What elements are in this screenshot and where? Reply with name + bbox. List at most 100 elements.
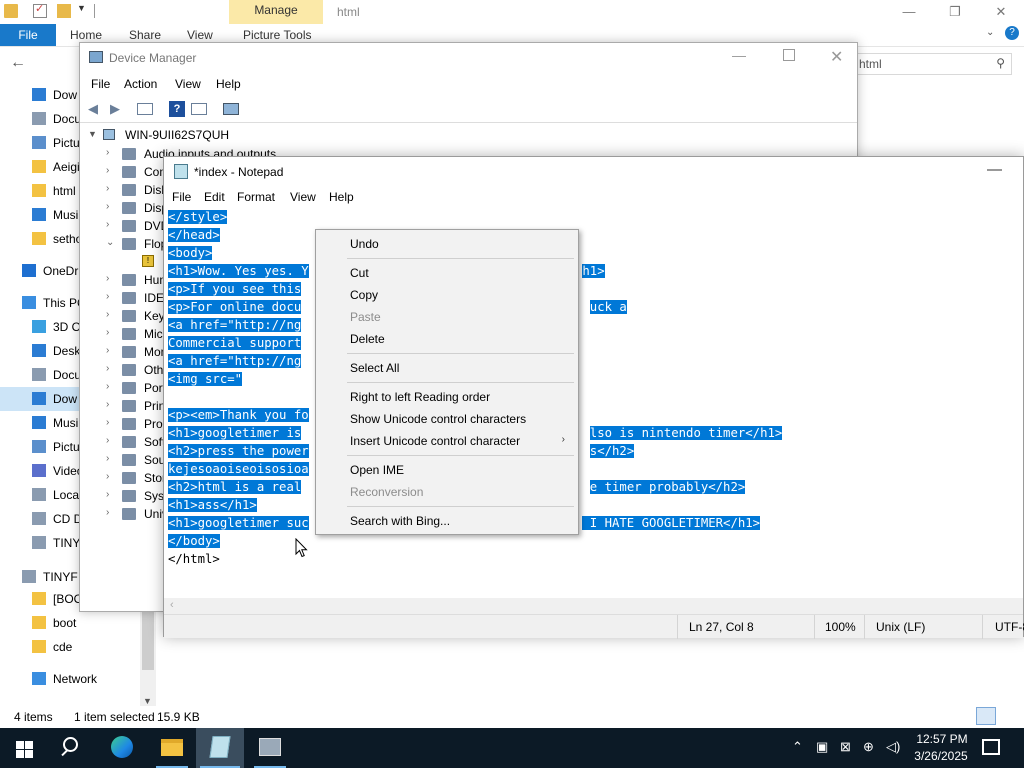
maximize-button[interactable]: ❐ [932,0,978,24]
help-icon[interactable]: ? [169,101,185,117]
nav-item-label: CD D [53,512,83,526]
expand-icon[interactable]: › [106,363,109,374]
horizontal-scrollbar[interactable]: ‹ [164,598,1023,614]
menu-item-show-unicode-control-characters[interactable]: Show Unicode control characters [319,408,575,430]
minimize-button[interactable]: — [886,0,932,24]
clock-time[interactable]: 12:57 PM [914,732,970,746]
taskbar-edge[interactable] [98,728,146,768]
taskbar-device-manager[interactable] [246,728,294,768]
menu-item-undo[interactable]: Undo [319,233,575,255]
maximize-button[interactable] [783,49,795,61]
meet-now-icon[interactable]: ▣ [816,739,828,755]
expand-icon[interactable]: › [106,507,109,518]
taskbar-notepad[interactable] [196,728,244,768]
expand-icon[interactable]: › [106,417,109,428]
expand-icon[interactable]: › [106,471,109,482]
forward-icon[interactable]: ▶ [107,101,123,117]
tab-picture-tools[interactable]: Picture Tools [243,28,311,42]
volume-icon[interactable]: ◁) [886,739,900,755]
menu-item-copy[interactable]: Copy [319,284,575,306]
expand-icon[interactable]: › [106,201,109,212]
close-button[interactable]: ✕ [978,0,1024,24]
update-driver-icon[interactable] [191,103,207,115]
expand-icon[interactable]: › [106,147,109,158]
taskbar-search-button[interactable] [48,728,96,768]
tab-file[interactable]: File [0,24,56,46]
collapse-icon[interactable]: ▼ [88,129,97,139]
menu-item-label: Right to left Reading order [350,390,491,404]
menu-item-open-ime[interactable]: Open IME [319,459,575,481]
properties-icon[interactable] [137,103,153,115]
expand-icon[interactable]: › [106,183,109,194]
folder-icon[interactable] [4,4,18,18]
search-input[interactable]: html ⚲ [852,53,1012,75]
expand-icon[interactable]: › [106,381,109,392]
scroll-left-icon[interactable]: ‹ [170,599,174,611]
notifications-icon[interactable] [982,739,1000,755]
minimize-button[interactable]: — [987,161,1002,178]
device-manager-icon [259,738,281,756]
edge-icon [111,736,133,758]
menu-format[interactable]: Format [237,190,275,204]
menu-edit[interactable]: Edit [204,190,225,204]
expand-icon[interactable]: › [106,435,109,446]
back-icon[interactable]: ◀ [85,101,101,117]
scan-hardware-icon[interactable] [223,103,239,115]
nav-item[interactable]: cde [0,635,140,659]
network-icon[interactable]: ⊕ [863,739,874,755]
customize-quick-access-icon[interactable]: ▼ [77,3,86,13]
help-icon[interactable]: ? [1005,26,1019,40]
back-arrow-icon[interactable]: ← [10,54,26,72]
menu-file[interactable]: File [172,190,191,204]
tab-view[interactable]: View [187,28,213,42]
menu-separator [347,455,574,456]
nav-item[interactable]: Network [0,667,140,691]
details-view-icon[interactable] [976,707,996,725]
menu-action[interactable]: Action [124,77,157,91]
menu-help[interactable]: Help [216,77,241,91]
nav-item[interactable]: boot [0,611,140,635]
menu-item-delete[interactable]: Delete [319,328,575,350]
menu-item-insert-unicode-control-character[interactable]: Insert Unicode control character › [319,430,575,452]
large-icons-view-icon[interactable] [1002,708,1018,724]
menu-item-select-all[interactable]: Select All [319,357,575,379]
menu-file[interactable]: File [91,77,110,91]
expand-icon[interactable]: › [106,453,109,464]
scroll-down-icon[interactable]: ▼ [143,696,152,706]
minimize-button[interactable]: — [732,47,746,63]
chevron-up-icon[interactable]: ⌃ [792,739,803,755]
menu-help[interactable]: Help [329,190,354,204]
expand-icon[interactable]: › [106,327,109,338]
action-center-icon[interactable]: ⊠ [840,739,851,755]
expand-icon[interactable]: › [106,273,109,284]
new-folder-icon[interactable] [57,4,71,18]
expand-icon[interactable]: › [106,489,109,500]
expand-icon[interactable]: › [106,399,109,410]
nav-item-label: boot [53,616,77,630]
tab-home[interactable]: Home [70,28,102,42]
tab-share[interactable]: Share [129,28,161,42]
taskbar-file-explorer[interactable] [148,728,196,768]
menu-item-label: Cut [350,266,369,280]
cursor-position: Ln 27, Col 8 [689,620,754,634]
menu-item-cut[interactable]: Cut [319,262,575,284]
start-button[interactable] [0,728,48,768]
expand-icon[interactable]: › [106,309,109,320]
clock-date[interactable]: 3/26/2025 [910,749,972,763]
close-button[interactable]: ✕ [830,47,843,67]
expand-icon[interactable]: › [106,291,109,302]
divider [982,615,983,639]
expand-icon[interactable]: › [106,165,109,176]
expand-ribbon-icon[interactable]: ⌄ [986,27,994,38]
menu-view[interactable]: View [175,77,201,91]
menu-view[interactable]: View [290,190,316,204]
nav-item-label: Musi [53,208,79,222]
expand-icon[interactable]: › [106,219,109,230]
menu-item-search-with-bing[interactable]: Search with Bing... [319,510,575,532]
expand-icon[interactable]: › [106,345,109,356]
collapse-icon[interactable]: ⌄ [106,237,114,248]
selected-text: <body> [168,246,213,260]
menu-item-right-to-left-reading-order[interactable]: Right to left Reading order [319,386,575,408]
notepad-text-area[interactable]: </style> </head> <body> <h1>Wow. Yes yes. Y… [164,208,1023,598]
properties-icon[interactable] [33,2,47,18]
